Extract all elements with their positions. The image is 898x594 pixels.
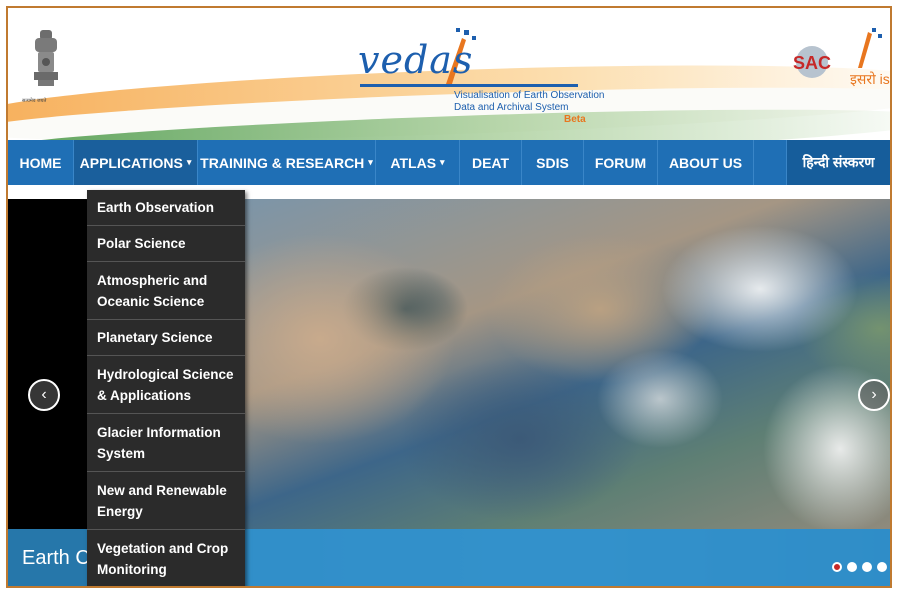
nav-sdis-label: SDIS	[536, 154, 569, 171]
menu-item-earth-observation[interactable]: Earth Observation	[87, 190, 245, 226]
vedas-subtitle-line2: Data and Archival System	[454, 102, 569, 113]
carousel-dot-3[interactable]	[862, 562, 872, 572]
hindi-version-link[interactable]: हिन्दी संस्करण	[786, 140, 890, 185]
carousel-dot-4[interactable]	[877, 562, 887, 572]
page-frame: सत्यमेव जयते vedas Visualisation of Eart…	[6, 6, 892, 588]
nav-deat[interactable]: DEAT	[460, 140, 522, 185]
carousel-dot-2[interactable]	[847, 562, 857, 572]
menu-item-vegetation-crop-monitoring[interactable]: Vegetation and Crop Monitoring	[87, 530, 245, 586]
menu-item-polar-science[interactable]: Polar Science	[87, 226, 245, 262]
sac-logo-text: SAC	[793, 53, 831, 73]
carousel-dot-1[interactable]	[832, 562, 842, 572]
national-emblem-icon	[34, 30, 58, 86]
main-nav: HOME APPLICATIONS ▾ TRAINING & RESEARCH …	[8, 140, 890, 185]
menu-item-new-renewable-energy[interactable]: New and Renewable Energy	[87, 472, 245, 530]
hindi-version-label: हिन्दी संस्करण	[802, 154, 875, 170]
menu-item-hydrological-science[interactable]: Hydrological Science & Applications	[87, 356, 245, 414]
menu-item-atmospheric-oceanic-science[interactable]: Atmospheric and Oceanic Science	[87, 262, 245, 320]
carousel-next-button[interactable]: ›	[858, 379, 890, 411]
site-header: सत्यमेव जयते vedas Visualisation of Eart…	[8, 8, 890, 140]
nav-atlas-label: ATLAS	[390, 154, 437, 171]
satellite-image	[240, 199, 890, 529]
vedas-underline	[360, 84, 578, 87]
vedas-logo[interactable]: vedas Visualisation of Earth Observation…	[358, 26, 604, 125]
nav-about-us-label: ABOUT US	[668, 154, 743, 171]
caret-down-icon: ▾	[440, 157, 445, 167]
nav-home-label: HOME	[19, 154, 62, 171]
isro-logo[interactable]: इसरो isro	[844, 26, 890, 106]
menu-item-planetary-science[interactable]: Planetary Science	[87, 320, 245, 356]
caret-down-icon: ▾	[186, 157, 192, 167]
caret-down-icon: ▾	[368, 157, 373, 167]
nav-about-us[interactable]: ABOUT US	[658, 140, 754, 185]
applications-dropdown-menu: Earth Observation Polar Science Atmosphe…	[87, 190, 245, 586]
carousel-caption: Earth C	[22, 547, 90, 569]
menu-item-glacier-information-system[interactable]: Glacier Information System	[87, 414, 245, 472]
nav-forum-label: FORUM	[594, 154, 647, 171]
nav-deat-label: DEAT	[471, 154, 510, 171]
carousel-indicators	[832, 562, 887, 572]
vedas-beta-badge: Beta	[564, 114, 586, 125]
isro-text: इसरो isro	[850, 71, 890, 87]
isro-rocket-icon	[858, 28, 882, 68]
vedas-wordmark: vedas	[358, 38, 474, 82]
vedas-subtitle-line1: Visualisation of Earth Observation	[454, 90, 605, 101]
nav-applications[interactable]: APPLICATIONS ▾	[74, 140, 198, 185]
nav-sdis[interactable]: SDIS	[522, 140, 584, 185]
nav-forum[interactable]: FORUM	[584, 140, 658, 185]
nav-training-research[interactable]: TRAINING & RESEARCH ▾	[198, 140, 376, 185]
emblem-caption: सत्यमेव जयते	[22, 98, 47, 104]
chevron-left-icon: ‹	[41, 386, 47, 403]
nav-training-research-label: TRAINING & RESEARCH	[200, 154, 365, 171]
nav-atlas[interactable]: ATLAS ▾	[376, 140, 460, 185]
sac-logo[interactable]: SAC	[784, 44, 840, 80]
nav-home[interactable]: HOME	[8, 140, 74, 185]
carousel-prev-button[interactable]: ‹	[28, 379, 60, 411]
chevron-right-icon: ›	[871, 386, 877, 403]
nav-applications-label: APPLICATIONS	[79, 154, 183, 171]
